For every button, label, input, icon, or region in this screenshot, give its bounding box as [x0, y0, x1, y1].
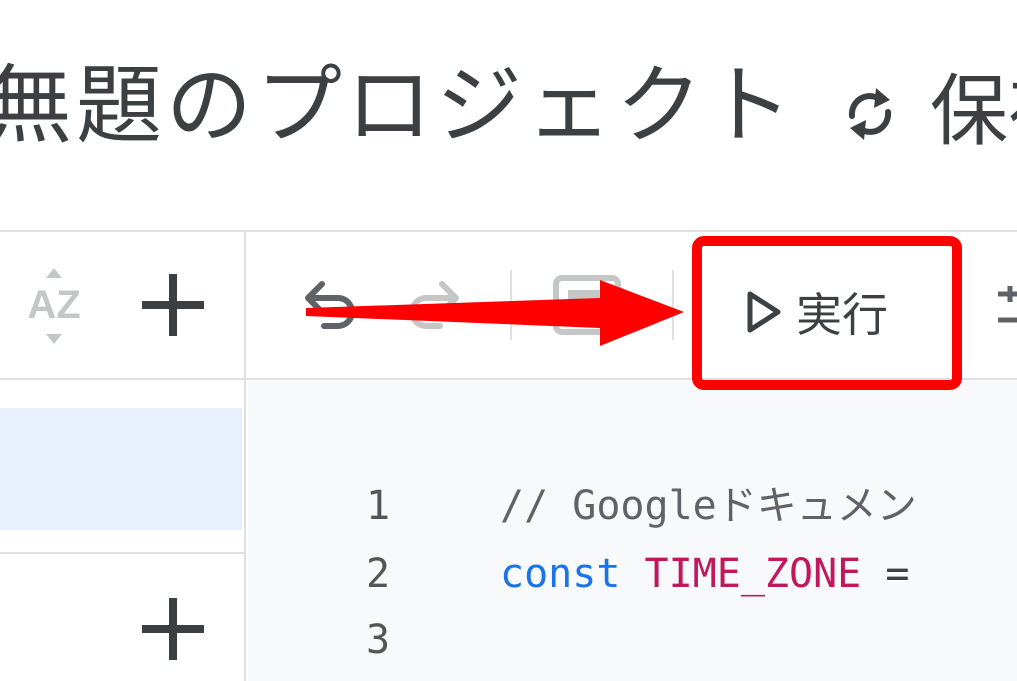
project-title[interactable]: 無題のプロジェクト: [0, 56, 796, 156]
sidebar-divider: [244, 230, 246, 681]
code-comment: // Googleドキュメン: [500, 483, 917, 529]
line-number: 3: [366, 617, 391, 663]
line-number: 2: [366, 551, 391, 597]
sort-az-icon[interactable]: AZ: [14, 266, 94, 346]
run-highlight-box: [692, 236, 962, 390]
apps-script-editor: 無題のプロジェクト 保存 AZ: [0, 0, 1017, 681]
toolbar-top-divider: [0, 230, 1017, 232]
add-file-icon[interactable]: [140, 272, 206, 338]
save-status-text: 保存: [930, 67, 1017, 157]
line-number: 1: [366, 483, 391, 529]
sort-az-label: AZ: [27, 283, 80, 327]
code-line-3: 3: [248, 608, 1017, 672]
line-code: // Googleドキュメン: [500, 474, 917, 538]
code-line-1: 1 // Googleドキュメン: [248, 474, 1017, 538]
code-constant: TIME_ZONE: [644, 551, 862, 597]
debug-icon[interactable]: [992, 282, 1017, 332]
file-item-selected[interactable]: [0, 408, 242, 530]
pointer-arrow-icon: [306, 280, 684, 346]
code-keyword: const: [500, 551, 621, 597]
code-line-2: 2 const TIME_ZONE =: [248, 542, 1017, 606]
sync-icon: [848, 88, 892, 140]
line-code: const TIME_ZONE =: [500, 542, 909, 606]
add-library-icon[interactable]: [140, 596, 206, 662]
file-list-divider: [0, 552, 244, 554]
code-operator: =: [861, 551, 910, 597]
